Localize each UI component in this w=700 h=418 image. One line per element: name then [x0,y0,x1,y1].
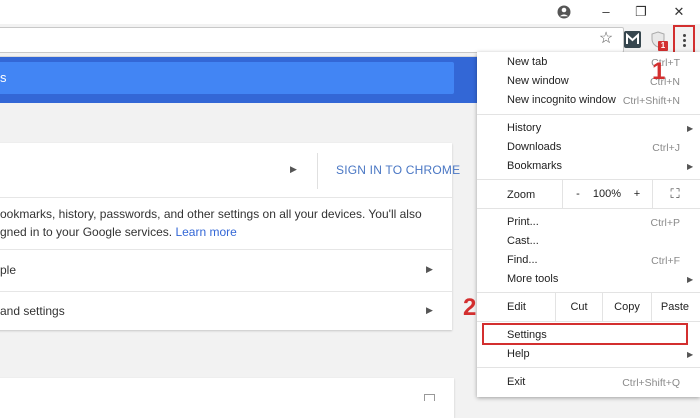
menu-divider [477,208,700,209]
new-incognito-shortcut: Ctrl+Shift+N [622,95,680,107]
menu-item-exit[interactable]: Exit [507,376,525,388]
settings-search-text: s [0,70,7,85]
menu-item-print[interactable]: Print... [507,216,539,228]
find-shortcut: Ctrl+F [651,255,680,267]
import-settings-row-label[interactable]: and settings [0,304,65,318]
settings-search-field[interactable] [0,62,454,94]
menu-item-help[interactable]: Help [507,348,530,360]
close-button[interactable]: ✕ [668,2,690,22]
sign-in-description-line2: gned in to your Google services. Learn m… [0,225,237,239]
menu-dot-icon [683,39,686,42]
zoom-level: 100% [592,188,622,200]
address-bar[interactable] [0,27,624,53]
divider [317,153,318,189]
menu-divider [477,292,700,293]
menu-item-new-window[interactable]: New window [507,75,569,87]
step-number-1: 1 [652,58,666,85]
chevron-right-icon: ▶ [687,275,694,284]
exit-shortcut: Ctrl+Shift+Q [622,377,680,389]
sign-in-button[interactable]: SIGN IN TO CHROME [336,163,460,177]
menu-item-new-tab[interactable]: New tab [507,56,547,68]
divider [0,249,452,250]
zoom-out-button[interactable]: - [563,188,593,200]
cut-button[interactable]: Cut [556,301,602,313]
fullscreen-icon[interactable]: ⛶ [660,186,690,202]
minimize-button[interactable]: – [595,2,617,22]
menu-dot-icon [683,34,686,37]
menu-divider [477,321,700,322]
divider [652,180,653,208]
menu-divider [477,114,700,115]
account-circle-icon[interactable] [553,2,575,22]
menu-item-history[interactable]: History [507,122,541,134]
divider [0,197,452,198]
bookmark-star-icon[interactable]: ☆ [598,30,614,48]
chevron-right-icon: ▶ [687,350,694,359]
menu-item-bookmarks[interactable]: Bookmarks [507,160,562,172]
menu-item-more-tools[interactable]: More tools [507,273,558,285]
copy-button[interactable]: Copy [603,301,651,313]
people-row-label[interactable]: ple [0,263,16,277]
downloads-shortcut: Ctrl+J [652,142,680,154]
chevron-right-icon: ▶ [687,162,694,171]
menu-item-find[interactable]: Find... [507,254,538,266]
chevron-right-icon[interactable]: ▶ [290,164,297,175]
print-shortcut: Ctrl+P [650,217,680,229]
new-tab-shortcut: Ctrl+T [651,57,680,69]
menu-divider [477,179,700,180]
sign-in-description-line1: ookmarks, history, passwords, and other … [0,207,422,221]
menu-item-zoom: Zoom [507,189,536,201]
menu-dot-icon [683,44,686,47]
divider [0,291,452,292]
extension-m-icon[interactable] [624,31,641,48]
chevron-right-icon[interactable]: ▶ [426,264,433,275]
extension-badge: 1 [658,41,668,51]
zoom-in-button[interactable]: + [622,188,652,200]
learn-more-link[interactable]: Learn more [175,225,236,239]
step-number-2: 2 [463,294,477,321]
description-text: gned in to your Google services. [0,225,176,239]
menu-item-edit: Edit [507,301,526,313]
menu-item-downloads[interactable]: Downloads [507,141,561,153]
new-window-shortcut: Ctrl+N [649,76,680,88]
menu-item-cast[interactable]: Cast... [507,235,539,247]
appearance-card [0,378,454,418]
settings-highlight-box [482,323,688,345]
menu-divider [477,367,700,368]
restore-button[interactable]: ❐ [630,2,652,22]
chevron-right-icon[interactable]: ▶ [426,305,433,316]
chevron-right-icon: ▶ [687,124,694,133]
paste-button[interactable]: Paste [652,301,698,313]
